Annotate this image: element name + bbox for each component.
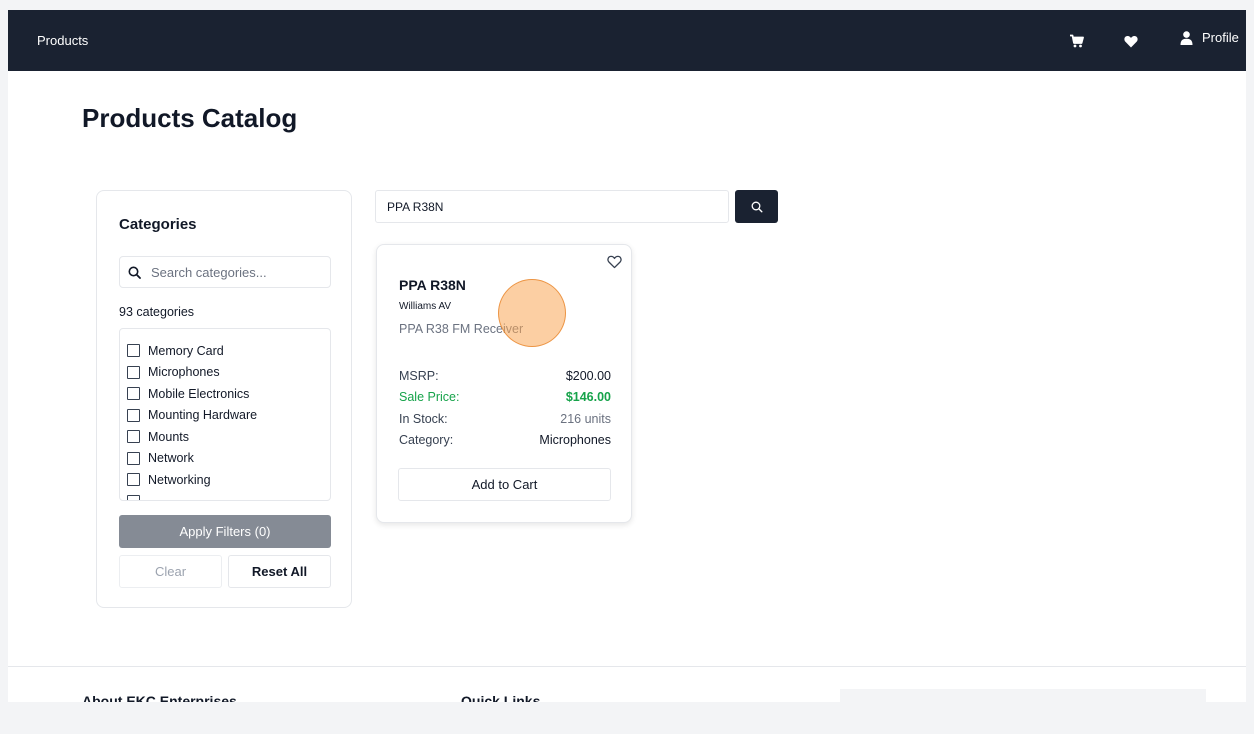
search-button[interactable] [735,190,778,223]
category-item[interactable]: Mounts [120,426,330,448]
cart-icon[interactable] [1066,31,1086,51]
product-details: MSRP: $200.00 Sale Price: $146.00 In Sto… [399,365,611,451]
stock-value: 216 units [560,411,611,426]
category-label: Microphones [148,365,220,380]
apply-filters-button[interactable]: Apply Filters (0) [119,515,331,548]
sale-price-label: Sale Price: [399,390,460,405]
page-title: Products Catalog [82,103,298,133]
category-item[interactable]: Memory Card [120,340,330,362]
category-row: Category: Microphones [399,430,611,452]
stock-row: In Stock: 216 units [399,408,611,430]
category-item[interactable]: Mounting Hardware [120,405,330,427]
product-description: PPA R38 FM Receiver [399,322,524,336]
product-search-input[interactable] [375,190,729,223]
product-brand: Williams AV [399,301,452,312]
msrp-row: MSRP: $200.00 [399,365,611,387]
add-to-cart-button[interactable]: Add to Cart [398,468,611,501]
category-item[interactable]: Mobile Electronics [120,383,330,405]
category-label: Mounts [148,429,189,444]
page-footer: About EKC Enterprises Quick Links [8,666,1246,702]
profile-menu[interactable]: Profile [1180,30,1239,45]
category-checkbox[interactable] [127,408,140,422]
app-frame: Products Profile Products Catalog Catego… [8,10,1246,702]
category-checkbox[interactable] [127,494,140,500]
category-label: Networking [148,472,211,487]
footer-links-heading: Quick Links [461,693,541,702]
category-label: Mounting Hardware [148,408,258,423]
category-checkbox[interactable] [127,387,140,401]
footer-about-heading: About EKC Enterprises [82,693,237,702]
user-icon [1180,30,1193,45]
favorite-heart-icon[interactable] [607,255,622,274]
category-count: 93 categories [119,305,195,319]
msrp-value: $200.00 [565,368,611,383]
reset-all-button[interactable]: Reset All [228,555,331,588]
category-checkbox[interactable] [127,451,140,465]
categories-heading: Categories [119,216,197,233]
category-checkbox[interactable] [127,473,140,487]
heart-icon[interactable] [1121,31,1141,51]
category-item[interactable]: Network [120,448,330,470]
top-navbar: Products Profile [8,10,1246,71]
category-checkbox[interactable] [127,365,140,379]
profile-label: Profile [1202,30,1239,45]
category-label: Category: [399,433,454,448]
category-value: Microphones [539,433,611,448]
stock-label: In Stock: [399,411,448,426]
category-item[interactable] [120,491,330,500]
category-label: Network [148,451,194,466]
category-search-box[interactable] [119,256,331,288]
category-item[interactable]: Networking [120,469,330,491]
msrp-label: MSRP: [399,368,439,383]
category-label: Mobile Electronics [148,386,250,401]
category-list[interactable]: Memory Card Microphones Mobile Electronics… [119,328,331,501]
clear-button[interactable]: Clear [119,555,222,588]
sale-price-row: Sale Price: $146.00 [399,387,611,409]
search-icon [128,266,141,279]
filter-sidebar: Categories 93 categories Memory Card Micr… [96,190,352,608]
category-search-input[interactable] [149,263,323,281]
category-checkbox[interactable] [127,344,140,358]
product-card[interactable]: PPA R38N Williams AV PPA R38 FM Receiver… [376,244,632,523]
category-checkbox[interactable] [127,430,140,444]
category-item[interactable]: Microphones [120,362,330,384]
brand-link[interactable]: Products [37,33,88,48]
category-label: Memory Card [148,343,224,358]
sale-price-value: $146.00 [565,390,611,405]
search-icon [751,201,763,213]
footer-panel [840,689,1206,702]
product-name: PPA R38N [399,277,466,293]
